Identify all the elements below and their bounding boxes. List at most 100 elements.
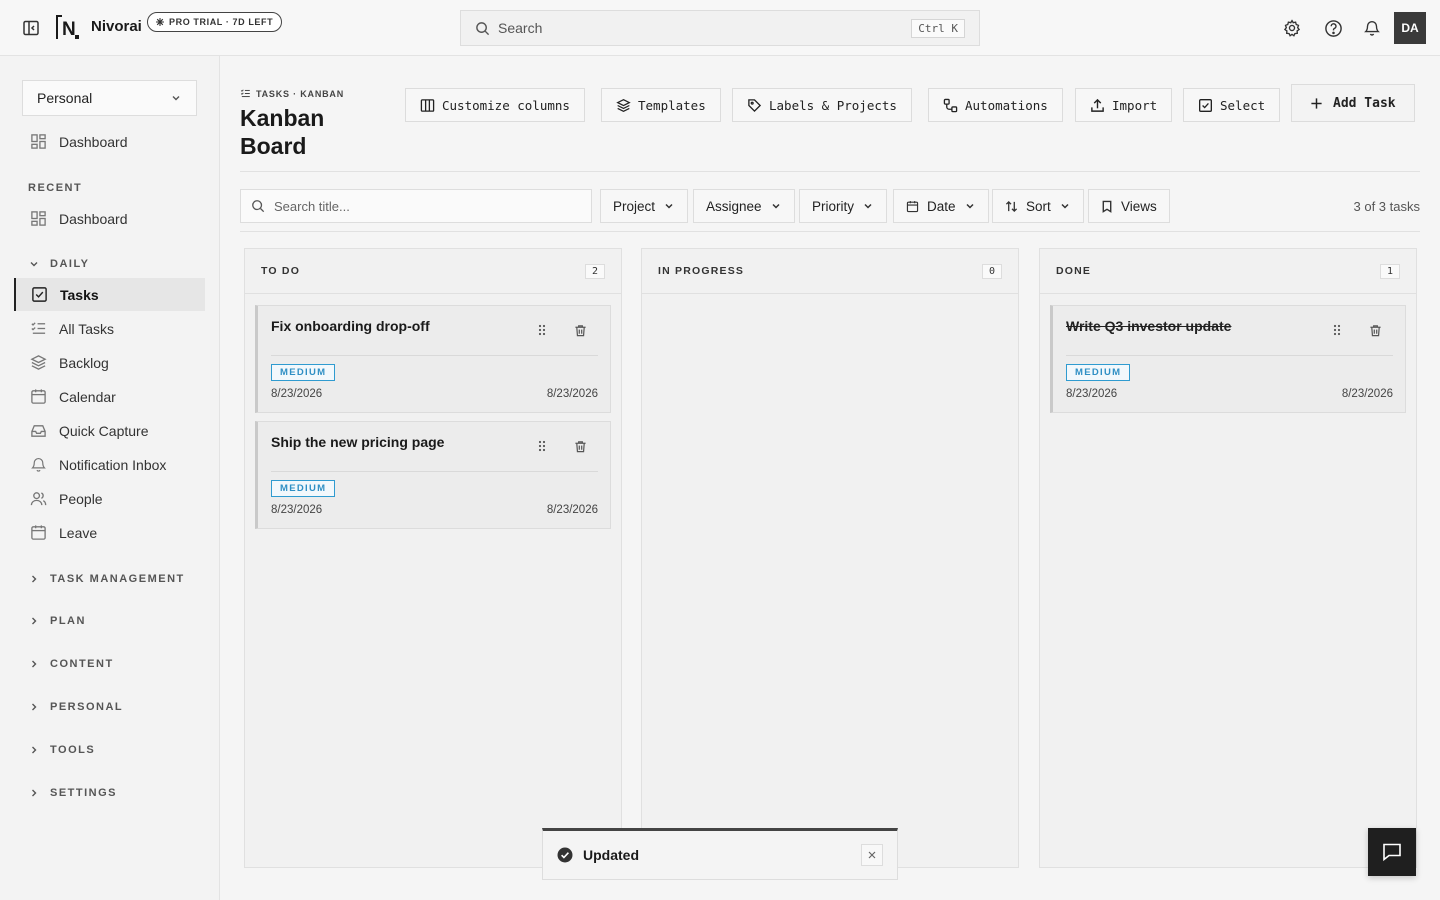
drag-handle-icon[interactable] [538, 440, 546, 452]
sort-icon [1005, 200, 1018, 212]
drag-handle-icon[interactable] [1333, 324, 1341, 336]
priority-badge: MEDIUM [1066, 364, 1131, 381]
chevron-right-icon [32, 703, 37, 711]
sidebar-item-recent-dashboard[interactable]: Dashboard [14, 202, 205, 235]
chevron-down-icon [1061, 203, 1069, 209]
svg-text:N: N [62, 19, 76, 40]
close-icon[interactable] [861, 844, 883, 866]
section-plan[interactable]: PLAN [28, 615, 86, 627]
sidebar-toggle-icon[interactable] [19, 16, 43, 40]
trash-icon[interactable] [574, 440, 587, 453]
column-count: 1 [1379, 263, 1400, 279]
chevron-down-icon [30, 262, 38, 267]
filter-label: Date [927, 198, 956, 214]
sidebar-item-label: Quick Capture [59, 422, 149, 439]
button-label: Import [1112, 97, 1158, 113]
date-filter[interactable]: Date [893, 189, 989, 223]
user-avatar[interactable]: DA [1394, 12, 1426, 44]
columns-icon [420, 98, 435, 112]
section-personal[interactable]: PERSONAL [28, 701, 123, 713]
help-icon[interactable] [1321, 16, 1345, 40]
project-filter[interactable]: Project [600, 189, 689, 223]
section-daily[interactable]: DAILY [28, 258, 90, 270]
assignee-filter[interactable]: Assignee [693, 189, 795, 223]
trash-icon[interactable] [1369, 324, 1382, 337]
sidebar-item-people[interactable]: People [14, 482, 205, 515]
button-label: Templates [638, 97, 706, 113]
labels-projects-button[interactable]: Labels & Projects [732, 88, 912, 122]
task-card[interactable]: Fix onboarding drop-off MEDIUM 8/23/2026… [255, 305, 611, 413]
sidebar-item-calendar[interactable]: Calendar [14, 380, 205, 413]
section-task-management[interactable]: TASK MANAGEMENT [28, 573, 185, 585]
workspace-select[interactable]: Personal [22, 80, 197, 116]
section-settings[interactable]: SETTINGS [28, 787, 117, 799]
check-circle-icon [557, 847, 573, 863]
filter-label: Priority [812, 198, 855, 214]
chevron-right-icon [32, 617, 37, 625]
card-divider [271, 355, 598, 356]
drag-handle-icon[interactable] [538, 324, 546, 336]
task-created-date: 8/23/2026 [1066, 388, 1118, 400]
import-button[interactable]: Import [1075, 88, 1173, 122]
sidebar-item-notification-inbox[interactable]: Notification Inbox [14, 448, 205, 481]
divider [240, 231, 1420, 232]
sidebar-item-label: Notification Inbox [59, 456, 167, 473]
column-title: IN PROGRESS [658, 265, 745, 277]
sidebar-item-tasks[interactable]: Tasks [14, 278, 205, 311]
priority-filter[interactable]: Priority [799, 189, 888, 223]
main-content: TASKS · KANBAN Kanban Board Customize co… [220, 56, 1440, 900]
task-search-input[interactable]: Search title... [240, 189, 592, 223]
settings-gear-icon[interactable] [1280, 16, 1304, 40]
customize-columns-button[interactable]: Customize columns [405, 88, 585, 122]
section-tools[interactable]: TOOLS [28, 744, 95, 756]
column-header: IN PROGRESS 0 [642, 249, 1018, 294]
sidebar-item-label: Leave [59, 524, 98, 541]
dashboard-icon [31, 134, 46, 149]
task-title: Ship the new pricing page [271, 434, 445, 450]
filter-label: Assignee [706, 198, 762, 214]
button-label: Add Task [1333, 95, 1396, 111]
chevron-right-icon [32, 575, 37, 583]
bell-icon[interactable] [1360, 16, 1384, 40]
button-label: Select [1220, 97, 1266, 113]
filter-label: Sort [1026, 198, 1051, 214]
chat-button[interactable] [1368, 828, 1416, 876]
sidebar-item-quick-capture[interactable]: Quick Capture [14, 414, 205, 447]
list-check-icon [31, 322, 46, 334]
column-count: 2 [584, 263, 605, 279]
task-card[interactable]: Write Q3 investor update MEDIUM 8/23/202… [1050, 305, 1406, 413]
trial-badge[interactable]: PRO TRIAL · 7D LEFT [147, 12, 283, 32]
global-search[interactable]: Search Ctrl K [460, 10, 980, 46]
sidebar-item-leave[interactable]: Leave [14, 516, 205, 549]
section-label: PERSONAL [50, 701, 124, 713]
sidebar-item-dashboard[interactable]: Dashboard [14, 125, 205, 158]
people-icon [30, 492, 47, 506]
add-task-button[interactable]: Add Task [1291, 84, 1415, 122]
bookmark-icon [1102, 200, 1112, 213]
filter-label: Project [613, 198, 656, 214]
priority-badge: MEDIUM [271, 364, 336, 381]
task-created-date: 8/23/2026 [271, 504, 323, 516]
sidebar-item-all-tasks[interactable]: All Tasks [14, 312, 205, 345]
templates-button[interactable]: Templates [601, 88, 721, 122]
sidebar-item-label: Tasks [60, 286, 99, 303]
workspace-label: Personal [37, 90, 93, 106]
automations-button[interactable]: Automations [928, 88, 1063, 122]
list-check-icon [240, 89, 250, 98]
trash-icon[interactable] [574, 324, 587, 337]
section-content[interactable]: CONTENT [28, 658, 114, 670]
logo-icon: N [55, 14, 81, 40]
chat-icon [1383, 843, 1401, 862]
sort-button[interactable]: Sort [992, 189, 1084, 223]
search-icon [476, 21, 490, 35]
sidebar-item-backlog[interactable]: Backlog [14, 346, 205, 379]
chevron-down-icon [665, 203, 673, 209]
views-button[interactable]: Views [1088, 189, 1170, 223]
task-created-date: 8/23/2026 [271, 388, 323, 400]
select-button[interactable]: Select [1183, 88, 1281, 122]
section-label: RECENT [28, 182, 83, 194]
chevron-right-icon [32, 660, 37, 668]
sidebar-item-label: Calendar [59, 388, 116, 405]
top-bar: N Nivorai PRO TRIAL · 7D LEFT Search Ctr… [0, 0, 1440, 56]
task-card[interactable]: Ship the new pricing page MEDIUM 8/23/20… [255, 421, 611, 529]
